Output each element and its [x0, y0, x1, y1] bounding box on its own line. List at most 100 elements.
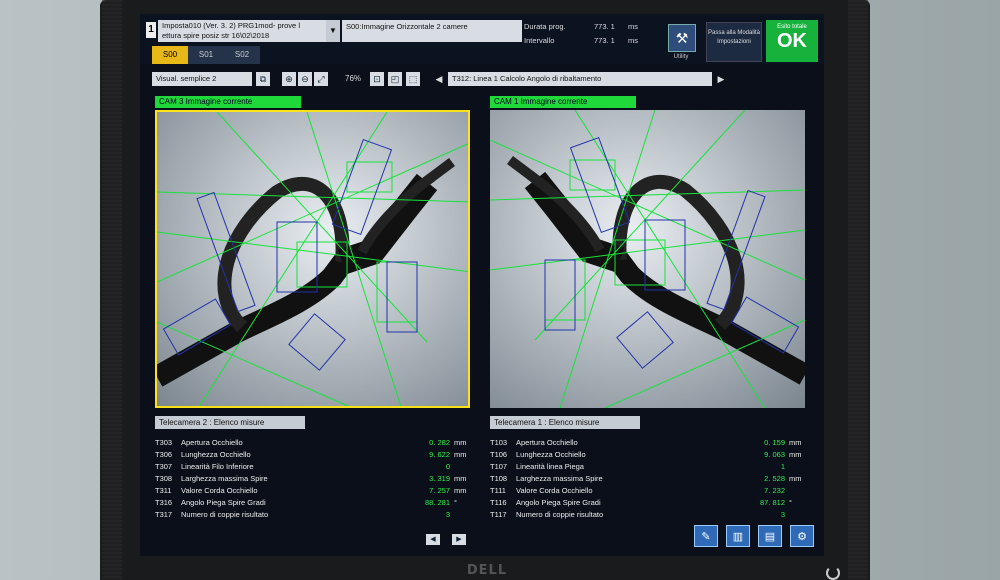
- program-line1: Imposta010 (Ver. 3. 2) PRG1mod- prove l: [162, 21, 300, 30]
- name: Apertura Occhiello: [516, 438, 578, 447]
- cam-left-image[interactable]: [155, 110, 470, 408]
- fit-icon[interactable]: ⬚: [406, 72, 420, 86]
- value: 0. 282: [429, 438, 450, 447]
- cam-left-overlay: [157, 112, 468, 406]
- value: 3: [780, 510, 785, 519]
- value: 9. 063: [764, 450, 785, 459]
- value: 3: [445, 510, 450, 519]
- code: T316: [155, 498, 173, 507]
- page-next-button[interactable]: ▶: [452, 534, 466, 545]
- code: T306: [155, 450, 173, 459]
- value: 3. 319: [429, 474, 450, 483]
- unit: °: [789, 498, 792, 507]
- code: T311: [155, 486, 172, 495]
- name: Linearità linea Piega: [516, 462, 584, 471]
- unit: mm: [454, 486, 467, 495]
- value: 2. 528: [764, 474, 785, 483]
- program-line2: ettura spire posiz str 16\02\2018: [162, 31, 270, 40]
- test-select[interactable]: T312: Linea 1 Calcolo Angolo di ribaltam…: [448, 72, 712, 86]
- utility-label: Utility: [673, 54, 689, 60]
- window-number: 1: [146, 22, 156, 38]
- image-selector[interactable]: S00:Immagine Orizzontale 2 camere: [342, 20, 522, 42]
- zoom-in-icon[interactable]: ⊕: [282, 72, 296, 86]
- durata-label: Durata prog.: [524, 22, 566, 31]
- value: 7. 257: [429, 486, 450, 495]
- settings-button[interactable]: ⚙: [790, 525, 814, 547]
- next-arrow-icon[interactable]: ▶: [714, 72, 728, 86]
- value: 7. 232: [764, 486, 785, 495]
- monitor-logo: DELL: [466, 563, 508, 578]
- value: 87. 812: [759, 498, 785, 507]
- cam-right-title: CAM 1 Immagine corrente: [490, 96, 636, 108]
- tab-s01[interactable]: S01: [188, 46, 224, 64]
- name: Valore Corda Occhiello: [516, 486, 593, 495]
- frame-icon[interactable]: ⊡: [370, 72, 384, 86]
- intervallo-value: 773. 1: [594, 36, 615, 45]
- edit-list-icon: ✎: [701, 531, 711, 543]
- durata-unit: ms: [628, 22, 638, 31]
- layout-icon[interactable]: ⧉: [256, 72, 270, 86]
- unit: mm: [789, 474, 802, 483]
- timing-panel: Durata prog. 773. 1 ms Intervallo 773. 1…: [524, 20, 664, 56]
- page-prev-button[interactable]: ◀: [426, 534, 440, 545]
- code: T108: [490, 474, 508, 483]
- chevron-down-icon[interactable]: ▼: [326, 20, 340, 42]
- code: T116: [490, 498, 507, 507]
- bezel-texture-left: [102, 0, 122, 580]
- name: Angolo Piega Spire Gradi: [516, 498, 601, 507]
- name: Larghezza massima Spire: [181, 474, 268, 483]
- name: Linearità Filo Inferiore: [181, 462, 254, 471]
- screen: 1 Imposta010 (Ver. 3. 2) PRG1mod- prove …: [140, 14, 824, 556]
- code: T303: [155, 438, 173, 447]
- cam-right-image[interactable]: [490, 110, 805, 408]
- code: T117: [490, 510, 507, 519]
- cam-left-title: CAM 3 Immagine corrente: [155, 96, 301, 108]
- visual-select[interactable]: Visual. semplice 2: [152, 72, 252, 86]
- zoom-level: 76%: [345, 74, 362, 83]
- code: T308: [155, 474, 173, 483]
- table-button[interactable]: ▤: [758, 525, 782, 547]
- program-selector[interactable]: Imposta010 (Ver. 3. 2) PRG1mod- prove l …: [158, 20, 340, 42]
- name: Lunghezza Occhiello: [181, 450, 251, 459]
- esito-label: Esito totale: [777, 24, 807, 30]
- name: Numero di coppie risultato: [516, 510, 604, 519]
- edit-list-button[interactable]: ✎: [694, 525, 718, 547]
- value: 0. 159: [764, 438, 785, 447]
- gear-icon: ⚙: [797, 531, 807, 543]
- power-icon[interactable]: [826, 566, 840, 580]
- value: 9. 622: [429, 450, 450, 459]
- value: 0: [445, 462, 450, 471]
- unit: mm: [454, 450, 467, 459]
- code: T317: [155, 510, 173, 519]
- zoom-out-icon[interactable]: ⊖: [298, 72, 312, 86]
- name: Angolo Piega Spire Gradi: [181, 498, 266, 507]
- tab-s02[interactable]: S02: [224, 46, 260, 64]
- value: 88. 281: [424, 498, 450, 507]
- rotate-icon[interactable]: ◰: [388, 72, 402, 86]
- unit: °: [454, 498, 457, 507]
- measures-left-title: Telecamera 2 : Elenco misure: [155, 416, 305, 429]
- result-ok-button[interactable]: Esito totale OK: [766, 20, 818, 62]
- code: T106: [490, 450, 508, 459]
- chart-button[interactable]: ▥: [726, 525, 750, 547]
- code: T111: [490, 486, 506, 495]
- zoom-fit-icon[interactable]: ⤢: [314, 72, 328, 86]
- durata-value: 773. 1: [594, 22, 615, 31]
- prev-arrow-icon[interactable]: ◀: [432, 72, 446, 86]
- settings-mode-button[interactable]: Passa alla Modalità Impostazioni: [706, 22, 762, 62]
- unit: mm: [789, 438, 802, 447]
- name: Apertura Occhiello: [181, 438, 243, 447]
- intervallo-unit: ms: [628, 36, 638, 45]
- utility-button[interactable]: ⚒: [668, 24, 696, 52]
- bar-chart-icon: ▥: [732, 531, 744, 543]
- table-icon: ▤: [764, 531, 776, 543]
- name: Larghezza massima Spire: [516, 474, 603, 483]
- tab-s00[interactable]: S00: [152, 46, 188, 64]
- intervallo-label: Intervallo: [524, 36, 555, 45]
- unit: mm: [454, 438, 467, 447]
- bezel-texture-right: [848, 0, 868, 580]
- tools-icon: ⚒: [675, 30, 689, 46]
- unit: mm: [454, 474, 467, 483]
- measures-right-title: Telecamera 1 : Elenco misure: [490, 416, 640, 429]
- code: T307: [155, 462, 173, 471]
